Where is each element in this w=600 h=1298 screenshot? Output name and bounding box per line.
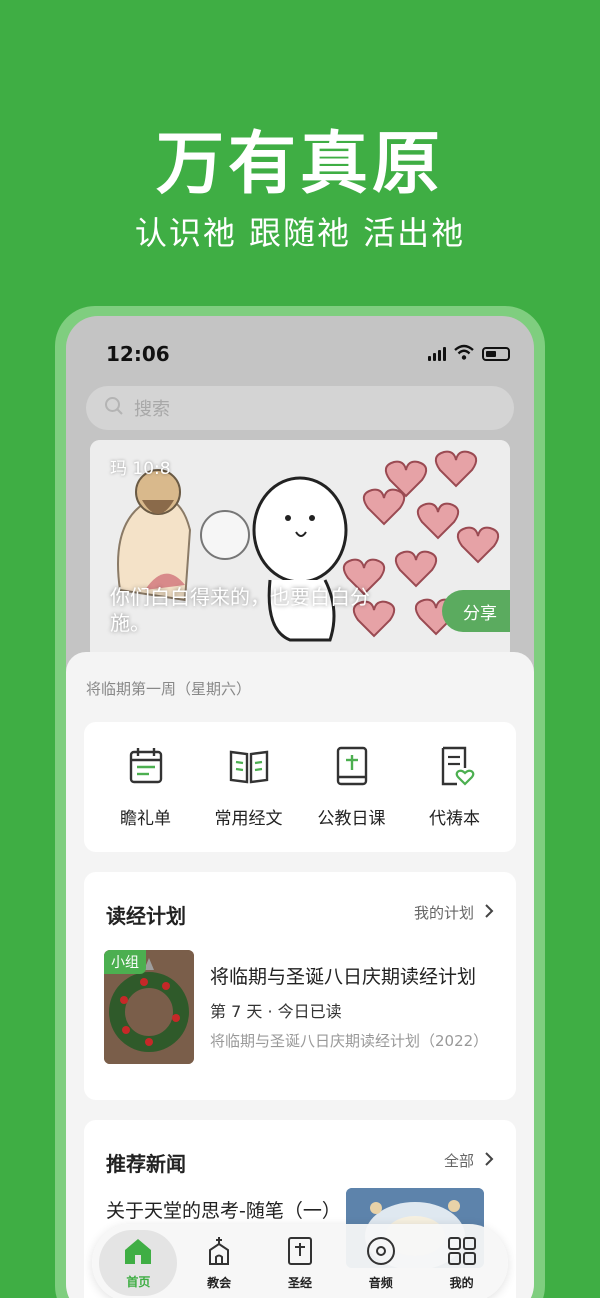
content-sheet: 将临期第一周（星期六） 瞻礼单 常用经文 公教日课 代祷本 读经计划 我的计划 …: [66, 652, 534, 1298]
search-icon: [104, 396, 124, 420]
calendar-list-icon: [126, 746, 166, 790]
share-button[interactable]: 分享: [442, 590, 510, 632]
quick-action-prayer[interactable]: 代祷本: [407, 746, 503, 829]
battery-icon: [482, 347, 510, 361]
tab-label: 圣经: [287, 1275, 312, 1290]
bible-icon: [286, 1236, 314, 1270]
open-book-icon: [228, 746, 270, 790]
tab-label: 我的: [449, 1275, 474, 1290]
status-icons: [428, 344, 510, 364]
bible-cross-icon: [334, 746, 370, 790]
quick-action-label: 公教日课: [317, 808, 386, 829]
my-plans-link[interactable]: 我的计划: [414, 902, 494, 923]
promo-subtitle: 认识祂 跟随祂 活出祂: [134, 214, 466, 252]
chevron-right-icon: [484, 1151, 494, 1171]
status-time: 12:06: [106, 342, 170, 366]
quick-action-calendar[interactable]: 瞻礼单: [98, 746, 194, 829]
home-icon: [123, 1237, 153, 1269]
quick-actions-card: 瞻礼单 常用经文 公教日课 代祷本: [84, 722, 516, 852]
liturgical-season-label: 将临期第一周（星期六）: [86, 680, 252, 698]
quick-action-label: 瞻礼单: [120, 808, 171, 829]
plan-subtitle: 将临期与圣诞八日庆期读经计划（2022）: [210, 1032, 489, 1050]
tab-label: 首页: [126, 1274, 151, 1289]
tab-church[interactable]: 教会: [180, 1230, 258, 1296]
bottom-tab-bar: 首页 教会 圣经 音频 我的: [92, 1224, 508, 1298]
chevron-right-icon: [484, 903, 494, 923]
quick-action-breviary[interactable]: 公教日课: [304, 746, 400, 829]
tab-bible[interactable]: 圣经: [261, 1230, 339, 1296]
news-item-title[interactable]: 关于天堂的思考-随笔（一）: [106, 1198, 341, 1224]
tab-profile[interactable]: 我的: [423, 1230, 501, 1296]
all-news-label: 全部: [443, 1152, 474, 1170]
prayer-heart-icon: [435, 746, 475, 790]
wifi-icon: [454, 344, 474, 364]
quick-action-verses[interactable]: 常用经文: [201, 746, 297, 829]
search-input[interactable]: 搜索: [134, 395, 170, 421]
tab-label: 音频: [368, 1275, 393, 1290]
group-badge: 小组: [104, 950, 146, 974]
search-bar[interactable]: 搜索: [86, 386, 514, 430]
tab-label: 教会: [207, 1275, 232, 1290]
audio-disc-icon: [366, 1236, 396, 1270]
verse-text: 你们白白得来的，也要白白分施。: [110, 585, 370, 635]
reading-plan-card: 读经计划 我的计划 小组 将临期与圣诞八日庆期读经计划 第 7 天 · 今日已读…: [84, 872, 516, 1100]
verse-reference: 玛 10:8: [110, 459, 171, 479]
tab-audio[interactable]: 音频: [342, 1230, 420, 1296]
plan-title[interactable]: 将临期与圣诞八日庆期读经计划: [210, 962, 500, 989]
tab-home[interactable]: 首页: [99, 1230, 178, 1296]
section-title: 推荐新闻: [106, 1152, 186, 1176]
my-plans-label: 我的计划: [413, 904, 474, 922]
plan-progress: 第 7 天 · 今日已读: [210, 1002, 342, 1021]
verse-banner[interactable]: 玛 10:8 你们白白得来的，也要白白分施。 分享: [90, 440, 510, 660]
phone-screen: 12:06 搜索 玛 10:8 你们白白得来的，也要白白分施。 分享 将临期第一…: [66, 316, 534, 1298]
quick-action-label: 代祷本: [429, 808, 480, 829]
quick-action-label: 常用经文: [214, 808, 283, 829]
profile-grid-icon: [447, 1236, 477, 1270]
church-icon: [204, 1236, 234, 1270]
signal-icon: [428, 347, 446, 361]
all-news-link[interactable]: 全部: [444, 1150, 494, 1171]
plan-thumbnail[interactable]: 小组: [104, 950, 194, 1064]
section-title: 读经计划: [106, 904, 186, 928]
promo-title: 万有真原: [155, 125, 444, 204]
